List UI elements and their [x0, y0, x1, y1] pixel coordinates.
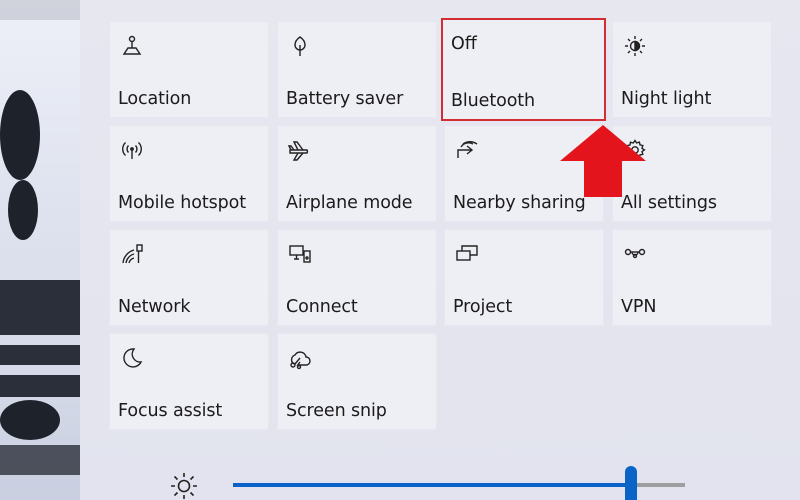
tile-label: Focus assist [118, 401, 223, 421]
desktop-background [0, 0, 80, 500]
screen-snip-icon [287, 345, 313, 371]
tile-label: VPN [621, 297, 657, 317]
location-icon [119, 33, 145, 59]
vpn-icon [622, 241, 648, 267]
red-arrow-annotation [560, 125, 646, 197]
tile-location[interactable]: Location [109, 21, 269, 118]
tile-network[interactable]: Network [109, 229, 269, 326]
tile-connect[interactable]: Connect [277, 229, 437, 326]
battery-saver-icon [287, 33, 313, 59]
brightness-slider[interactable] [233, 466, 685, 500]
connect-icon [287, 241, 313, 267]
tile-label: Project [453, 297, 513, 317]
bluetooth-state: Off [451, 34, 477, 54]
tile-project[interactable]: Project [444, 229, 604, 326]
tile-label: Screen snip [286, 401, 387, 421]
tile-vpn[interactable]: VPN [612, 229, 772, 326]
action-center-panel: Location Battery saver Off Bluetooth Nig… [80, 0, 800, 500]
night-light-icon [622, 33, 648, 59]
airplane-icon [287, 137, 313, 163]
tile-label: Location [118, 89, 192, 109]
sun-icon [168, 470, 200, 500]
tile-label: Airplane mode [286, 193, 413, 213]
tile-airplane-mode[interactable]: Airplane mode [277, 125, 437, 222]
tile-label: Night light [621, 89, 712, 109]
tile-bluetooth[interactable]: Off Bluetooth [441, 18, 606, 121]
moon-icon [119, 345, 145, 371]
tile-screen-snip[interactable]: Screen snip [277, 333, 437, 430]
tile-night-light[interactable]: Night light [612, 21, 772, 118]
tile-label: Network [118, 297, 191, 317]
brightness-fill [233, 483, 631, 487]
tile-battery-saver[interactable]: Battery saver [277, 21, 437, 118]
mobile-hotspot-icon [119, 137, 145, 163]
tile-mobile-hotspot[interactable]: Mobile hotspot [109, 125, 269, 222]
network-icon [119, 241, 145, 267]
nearby-sharing-icon [454, 137, 480, 163]
tile-focus-assist[interactable]: Focus assist [109, 333, 269, 430]
tile-label: Battery saver [286, 89, 404, 109]
brightness-slider-thumb[interactable] [625, 466, 637, 500]
project-icon [454, 241, 480, 267]
tile-label: Connect [286, 297, 358, 317]
tile-label: Bluetooth [451, 91, 536, 111]
tile-label: Mobile hotspot [118, 193, 247, 213]
